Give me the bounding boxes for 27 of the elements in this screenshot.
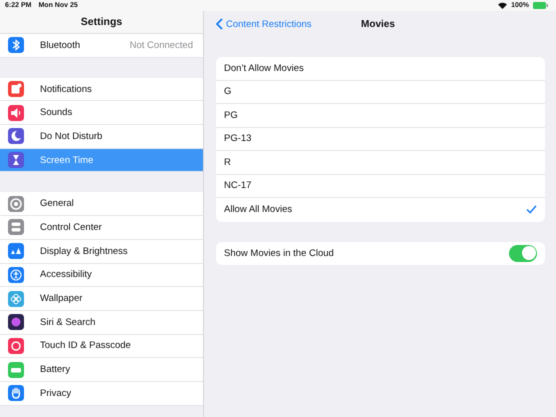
battery-icon: [533, 2, 548, 9]
sidebar-item[interactable]: Touch ID & Passcode: [0, 334, 203, 358]
sidebar-item[interactable]: Accessibility: [0, 264, 203, 288]
rating-option[interactable]: PG: [216, 104, 545, 128]
page-title: Movies: [361, 18, 395, 30]
sidebar-title: Settings: [0, 11, 203, 34]
rating-option[interactable]: PG-13: [216, 128, 545, 151]
sidebar-item[interactable]: Wallpaper: [0, 287, 203, 311]
sidebar-item[interactable]: Battery: [0, 358, 203, 382]
rating-option[interactable]: Don’t Allow Movies: [216, 57, 545, 80]
sidebar-item[interactable]: General: [0, 192, 203, 216]
chevron-left-icon: [216, 18, 223, 30]
sidebar-item-value: Not Connected: [130, 40, 193, 51]
sidebar-item[interactable]: Notifications: [0, 78, 203, 102]
rating-option[interactable]: G: [216, 80, 545, 104]
sidebar-item[interactable]: Display & Brightness: [0, 240, 203, 264]
rating-option[interactable]: R: [216, 151, 545, 174]
cloud-toggle[interactable]: [509, 244, 537, 262]
sidebar-item[interactable]: Bluetooth Not Connected: [0, 34, 203, 58]
sidebar-item[interactable]: Control Center: [0, 216, 203, 240]
sidebar-item[interactable]: Privacy: [0, 382, 203, 406]
sidebar-item[interactable]: Sounds: [0, 101, 203, 126]
rating-option[interactable]: NC-17: [216, 174, 545, 198]
sidebar-item[interactable]: Siri & Search: [0, 310, 203, 335]
cloud-setting-label: Show Movies in the Cloud: [224, 248, 334, 259]
wifi-icon: [498, 2, 508, 9]
rating-option[interactable]: Allow All Movies: [216, 198, 545, 222]
